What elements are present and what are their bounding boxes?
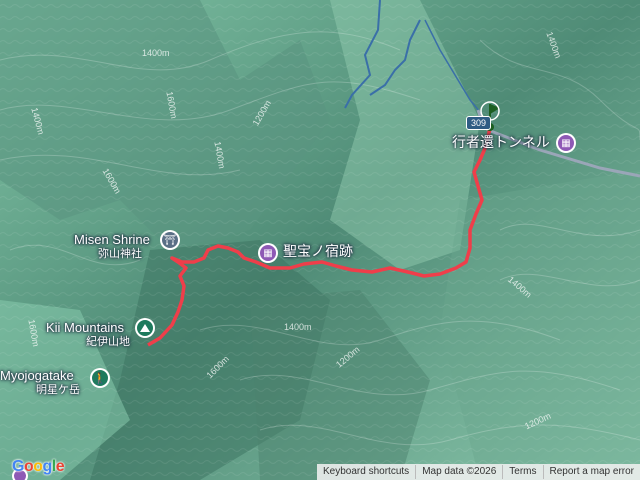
contour-label: 1400m: [284, 322, 312, 332]
hiker-icon[interactable]: 🚶: [92, 370, 108, 386]
report-error-link[interactable]: Report a map error: [542, 465, 640, 479]
attribution-bar: Keyboard shortcuts Map data ©2026 Terms …: [317, 464, 640, 480]
misen-shrine-local-label: 弥山神社: [98, 248, 142, 260]
keyboard-shortcuts-link[interactable]: Keyboard shortcuts: [317, 465, 415, 479]
torii-icon[interactable]: ⛩: [162, 232, 178, 248]
building-icon[interactable]: ▦: [558, 135, 574, 151]
map-canvas[interactable]: 1400m 1400m 1400m 1200m 1600m 1600m 1600…: [0, 0, 640, 480]
misen-shrine-label[interactable]: Misen Shrine: [74, 233, 150, 247]
myojogatake-label[interactable]: Myojogatake: [0, 369, 74, 383]
google-logo: Google: [12, 458, 65, 475]
terms-link[interactable]: Terms: [502, 465, 542, 479]
building-icon[interactable]: ▦: [260, 245, 276, 261]
myojogatake-local-label: 明星ケ岳: [36, 384, 80, 396]
contour-label: 1400m: [142, 48, 170, 58]
seihou-site-label[interactable]: 聖宝ノ宿跡: [283, 245, 353, 259]
map-data-label: Map data ©2026: [415, 465, 502, 479]
gyoja-tunnel-label[interactable]: 行者還トンネル: [452, 136, 550, 150]
route-shield: 309: [466, 116, 492, 130]
kii-mountains-local-label: 紀伊山地: [86, 336, 130, 348]
mountain-icon[interactable]: [137, 320, 153, 336]
kii-mountains-label[interactable]: Kii Mountains: [46, 321, 124, 335]
